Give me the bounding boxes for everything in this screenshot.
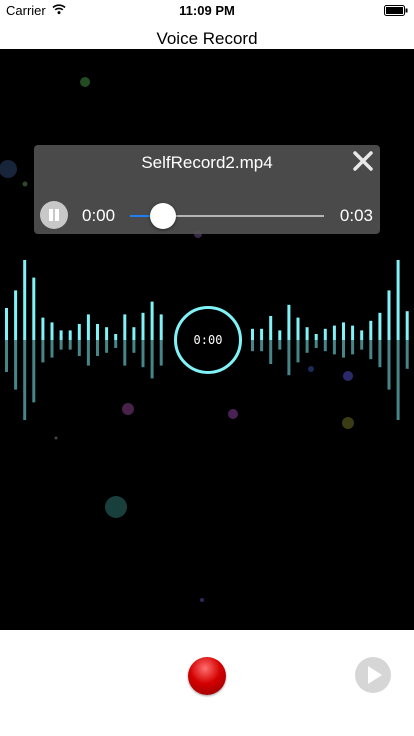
waveform-bar <box>123 314 127 340</box>
waveform-bar <box>5 308 8 340</box>
bottom-toolbar <box>0 630 414 736</box>
waveform-reflection <box>77 340 81 356</box>
waveform-bar <box>141 312 145 340</box>
waveform-reflection <box>141 340 145 368</box>
pause-icon <box>49 209 53 221</box>
waveform-reflection <box>369 340 373 360</box>
playback-panel: SelfRecord2.mp4 0:00 0:03 <box>34 145 380 234</box>
waveform-reflection <box>105 340 109 353</box>
page-title: Voice Record <box>156 29 258 48</box>
waveform-bar <box>68 330 72 340</box>
waveform-reflection <box>332 340 336 355</box>
waveform-reflection <box>296 340 300 363</box>
waveform-reflection <box>5 340 8 372</box>
waveform-reflection <box>351 340 355 355</box>
waveform-reflection <box>96 340 99 356</box>
close-icon[interactable] <box>351 149 375 173</box>
waveform-reflection <box>86 340 90 366</box>
waveform-reflection <box>251 340 254 352</box>
waveform-bar <box>96 324 99 340</box>
play-icon <box>368 666 382 684</box>
waveform-reflection <box>159 340 163 366</box>
waveform-bar <box>159 314 163 340</box>
waveform-reflection <box>405 340 409 369</box>
waveform-bar <box>332 325 336 340</box>
waveform-reflection <box>260 340 264 352</box>
file-name: SelfRecord2.mp4 <box>141 153 273 172</box>
waveform-bar <box>278 330 282 340</box>
waveform-bar <box>351 325 355 340</box>
waveform-reflection <box>50 340 54 358</box>
waveform-reflection <box>396 340 400 420</box>
waveform-bar <box>251 328 254 340</box>
waveform-bar <box>105 327 109 340</box>
waveform-bar <box>77 324 81 340</box>
waveform-bar <box>405 311 409 340</box>
recording-visualizer: 0:00 SelfRecord2.mp4 0:00 0:03 <box>0 49 414 630</box>
waveform-reflection <box>360 340 364 350</box>
waveform-reflection <box>32 340 36 403</box>
waveform-reflection <box>323 340 327 352</box>
waveform-reflection <box>23 340 27 420</box>
waveform-bar <box>132 327 136 340</box>
play-button[interactable] <box>355 657 391 693</box>
waveform-bar <box>32 277 36 340</box>
elapsed-timer: 0:00 <box>193 333 223 347</box>
waveform-reflection <box>287 340 291 376</box>
status-bar: Carrier 11:09 PM <box>0 0 414 22</box>
slider-thumb[interactable] <box>149 203 176 229</box>
waveform-bar <box>360 330 364 340</box>
duration: 0:03 <box>339 206 373 225</box>
waveform-reflection <box>305 340 309 353</box>
waveform-bar <box>323 328 327 340</box>
waveform-bar <box>369 320 373 340</box>
waveform-bar <box>314 334 318 340</box>
waveform-bar <box>260 328 264 340</box>
waveform-reflection <box>59 340 63 350</box>
waveform-reflection <box>68 340 72 350</box>
waveform-reflection <box>278 340 282 350</box>
waveform-reflection <box>378 340 382 368</box>
waveform-bar <box>23 260 27 340</box>
navigation-bar: Voice Record <box>0 22 414 49</box>
waveform-bar <box>305 327 309 340</box>
waveform-bar <box>150 301 154 340</box>
waveform-bar <box>396 260 400 340</box>
waveform-bar <box>287 304 291 340</box>
waveform-reflection <box>387 340 391 390</box>
waveform-bar <box>41 317 45 340</box>
waveform-bar <box>59 330 63 340</box>
waveform-reflection <box>342 340 345 358</box>
waveform-bar <box>269 316 273 340</box>
waveform-reflection <box>314 340 318 348</box>
record-button[interactable] <box>188 657 226 695</box>
waveform-reflection <box>132 340 136 353</box>
waveform-bar <box>86 314 90 340</box>
waveform-bar <box>50 322 54 340</box>
status-time: 11:09 PM <box>179 3 235 18</box>
waveform-reflection <box>269 340 273 364</box>
waveform-bar <box>14 290 18 340</box>
waveform-reflection <box>14 340 18 390</box>
pause-button[interactable] <box>40 201 68 229</box>
waveform-bar <box>378 312 382 340</box>
waveform-reflection <box>123 340 127 366</box>
waveform-bar <box>114 334 118 340</box>
waveform-reflection <box>150 340 154 379</box>
waveform-bar <box>387 290 391 340</box>
pause-icon-bar <box>55 209 59 221</box>
waveform-reflection <box>41 340 45 363</box>
waveform-bar <box>296 317 300 340</box>
waveform-bar <box>342 322 345 340</box>
waveform-reflection <box>114 340 118 348</box>
battery-icon <box>384 5 408 16</box>
current-time: 0:00 <box>82 206 116 225</box>
